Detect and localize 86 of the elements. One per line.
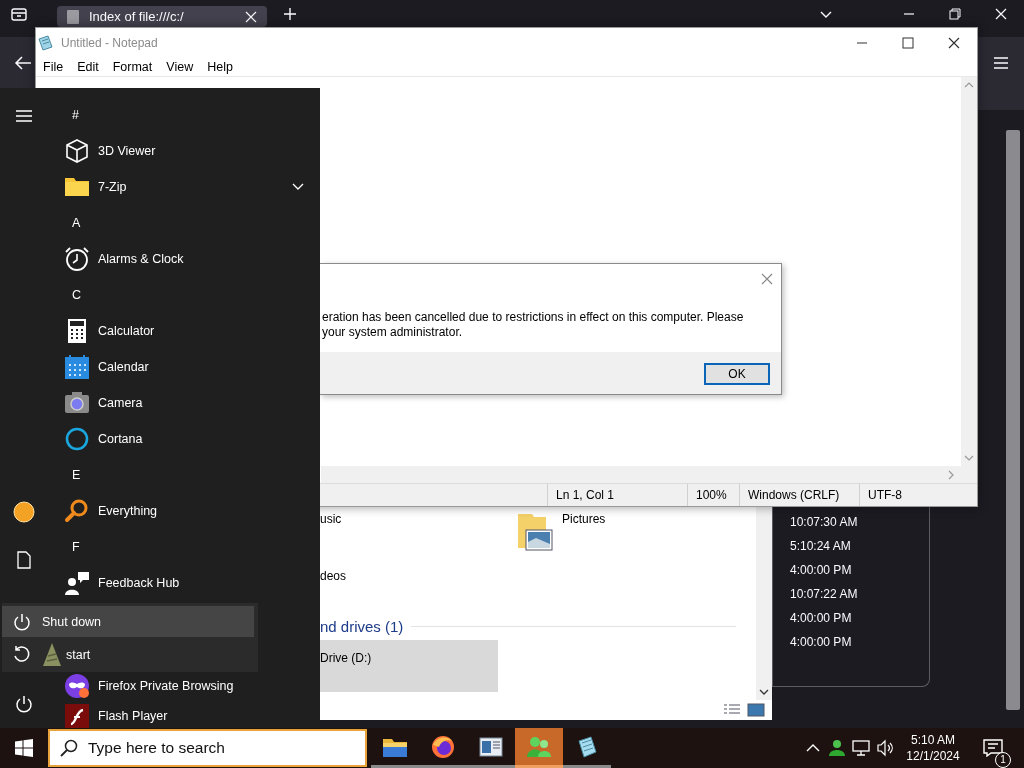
menu-item[interactable]: Format bbox=[105, 59, 160, 74]
scrollbar[interactable] bbox=[321, 466, 977, 483]
search-icon bbox=[60, 739, 78, 757]
section-letter[interactable]: F bbox=[64, 540, 80, 554]
app-item[interactable]: Everything bbox=[48, 493, 320, 529]
window-title: Untitled - Notepad bbox=[61, 35, 158, 50]
app-item[interactable]: Feedback Hub bbox=[48, 565, 320, 601]
app-item[interactable]: Calendar bbox=[48, 349, 320, 385]
document-icon[interactable] bbox=[17, 551, 31, 569]
group-header[interactable]: nd drives (1) bbox=[320, 618, 404, 635]
notepad-icon[interactable] bbox=[575, 735, 599, 758]
time-text: 10:07:30 AM bbox=[790, 514, 859, 531]
status-text: UTF-8 bbox=[859, 484, 969, 506]
notepad-icon bbox=[36, 33, 54, 52]
plus-icon[interactable] bbox=[282, 5, 298, 22]
calendar-icon bbox=[64, 354, 90, 380]
chevron-down-icon[interactable] bbox=[759, 688, 769, 696]
time-text: 10:07:22 AM bbox=[790, 586, 859, 603]
ok-button[interactable]: OK bbox=[704, 363, 770, 385]
time-text: 5:10:24 AM bbox=[790, 538, 852, 555]
folder-label[interactable]: Pictures bbox=[562, 512, 606, 526]
alarm-clock-icon bbox=[64, 246, 90, 272]
folder-label[interactable]: usic bbox=[320, 512, 516, 526]
tab-list-icon[interactable] bbox=[10, 5, 28, 22]
swoosh-icon bbox=[64, 703, 90, 728]
volume-icon[interactable] bbox=[876, 739, 894, 757]
camera-icon bbox=[64, 390, 90, 416]
people-icon[interactable] bbox=[526, 734, 552, 759]
power-icon[interactable] bbox=[12, 611, 32, 632]
power-menu-item[interactable]: start bbox=[2, 639, 254, 670]
ring-icon bbox=[64, 426, 90, 452]
network-icon[interactable] bbox=[852, 739, 870, 757]
message-text: your system administrator. bbox=[322, 325, 464, 340]
app-item[interactable]: Cortana bbox=[48, 421, 320, 457]
restore-icon[interactable] bbox=[947, 5, 963, 22]
page-icon bbox=[65, 8, 81, 25]
app-item[interactable]: 7-Zip bbox=[48, 169, 320, 205]
back-arrow-icon[interactable] bbox=[14, 55, 32, 71]
person-icon[interactable] bbox=[828, 739, 846, 757]
power-menu-item[interactable]: Shut down bbox=[2, 606, 254, 637]
app-item[interactable]: Calculator bbox=[48, 313, 320, 349]
app-item[interactable]: Flash Player bbox=[48, 701, 320, 728]
status-text: Windows (CRLF) bbox=[739, 484, 859, 506]
windows-logo-icon bbox=[15, 739, 33, 757]
notification-icon[interactable] bbox=[983, 739, 1003, 757]
browser-tab[interactable]: Index of file:///c:/ bbox=[57, 6, 267, 27]
app-item[interactable]: Firefox Private Browsing bbox=[48, 671, 320, 701]
folder-label[interactable]: deos bbox=[320, 569, 756, 583]
avatar-icon[interactable] bbox=[13, 501, 35, 523]
status-text: Ln 1, Col 1 bbox=[547, 484, 687, 506]
menu-item[interactable]: Help bbox=[200, 59, 240, 74]
notification-count: 1 bbox=[995, 752, 1011, 768]
time-text: 4:00:00 PM bbox=[790, 610, 853, 627]
section-letter[interactable]: E bbox=[64, 468, 81, 482]
window-icon[interactable] bbox=[479, 735, 503, 758]
app-item[interactable]: 3D Viewer bbox=[48, 133, 320, 169]
message-text: eration has been cancelled due to restrictions in effect on this computer. Please bbox=[322, 310, 745, 325]
app-item[interactable]: Alarms & Clock bbox=[48, 241, 320, 277]
app-item[interactable]: Camera bbox=[48, 385, 320, 421]
time-text: 4:00:00 PM bbox=[790, 634, 853, 651]
tiles-view-icon[interactable] bbox=[747, 703, 765, 717]
person-bubble-icon bbox=[64, 570, 90, 596]
menu-item[interactable]: File bbox=[36, 59, 71, 74]
drive-tile[interactable]: Drive (D:) bbox=[320, 640, 498, 692]
section-letter[interactable]: A bbox=[64, 216, 81, 230]
picture-folder-icon[interactable] bbox=[516, 512, 554, 554]
status-text: 100% bbox=[687, 484, 739, 506]
section-letter[interactable]: C bbox=[64, 288, 82, 302]
clock[interactable]: 5:10 AM 12/1/2024 bbox=[903, 732, 963, 764]
time-text: 4:00:00 PM bbox=[790, 562, 853, 579]
globe-icon[interactable] bbox=[431, 734, 455, 759]
search-field[interactable]: Type here to search bbox=[48, 729, 367, 767]
power-icon[interactable] bbox=[14, 694, 34, 714]
menu-item[interactable]: View bbox=[159, 59, 201, 74]
scrollbar-thumb[interactable] bbox=[1006, 130, 1020, 710]
section-letter[interactable]: # bbox=[64, 108, 79, 122]
scrollbar[interactable] bbox=[756, 507, 772, 700]
menu-item[interactable]: Edit bbox=[70, 59, 106, 74]
menu-icon[interactable] bbox=[993, 55, 1009, 71]
triangle-icon bbox=[42, 641, 62, 668]
maximize-icon[interactable] bbox=[901, 35, 915, 50]
menu-icon[interactable] bbox=[15, 109, 33, 123]
restart-icon[interactable] bbox=[12, 644, 32, 665]
cube-icon bbox=[64, 138, 90, 164]
mask-icon bbox=[64, 673, 90, 699]
magnifier-icon bbox=[64, 498, 90, 524]
